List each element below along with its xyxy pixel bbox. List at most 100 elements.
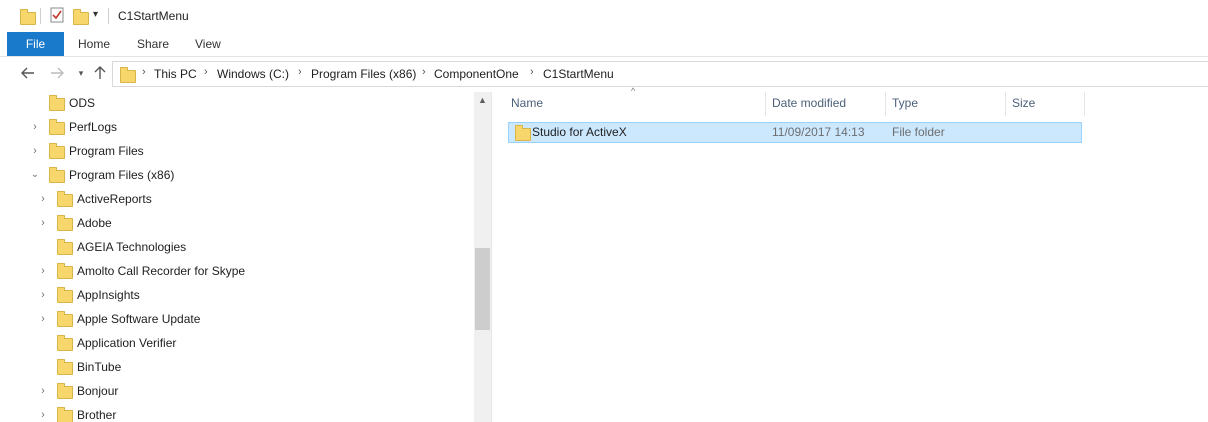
tree-item-label: Application Verifier [77, 336, 177, 350]
tree-item-label: Amolto Call Recorder for Skype [77, 264, 246, 278]
tree-item-appinsights[interactable]: › AppInsights [0, 284, 470, 308]
chevron-right-icon[interactable]: › [142, 66, 146, 78]
file-list: ^ Name Date modified Type Size Studio fo… [492, 86, 1208, 422]
tree-item-perflogs[interactable]: › PerfLogs [0, 116, 470, 140]
breadcrumb-program-files-x86[interactable]: Program Files (x86) [311, 67, 416, 81]
tree-item-label: AGEIA Technologies [77, 240, 187, 254]
folder-icon [57, 191, 73, 207]
arrow-right-icon [51, 67, 64, 79]
tree-item-bonjour[interactable]: › Bonjour [0, 380, 470, 404]
tree-item-label: Program Files (x86) [69, 168, 175, 182]
tree-item-label: Program Files [69, 144, 144, 158]
chevron-right-icon[interactable]: › [29, 116, 41, 138]
ribbon-tabs: File Home Share View [0, 32, 1208, 57]
tree-item-label: AppInsights [77, 288, 140, 302]
toolbar-divider [108, 8, 109, 24]
tree-item-bintube[interactable]: BinTube [0, 356, 470, 380]
column-header-size[interactable]: Size [1006, 88, 1084, 118]
tree-item-label: ActiveReports [77, 192, 152, 206]
scroll-up-button[interactable]: ▲ [474, 92, 491, 109]
chevron-right-icon[interactable]: › [37, 404, 49, 422]
toolbar-divider [40, 8, 41, 24]
new-folder-icon[interactable] [73, 9, 89, 25]
chevron-right-icon[interactable]: › [37, 308, 49, 330]
chevron-right-icon[interactable]: › [37, 212, 49, 234]
folder-icon [49, 95, 65, 111]
address-bar[interactable]: › This PC › Windows (C:) › Program Files… [112, 61, 1208, 87]
tree-item-label: PerfLogs [69, 120, 118, 134]
folder-icon [57, 263, 73, 279]
breadcrumb-componentone[interactable]: ComponentOne [434, 67, 519, 81]
tree-item-label: Brother [77, 408, 117, 422]
title-bar: ▾ C1StartMenu [0, 0, 1208, 32]
tree-item-label: BinTube [77, 360, 122, 374]
recent-locations-button[interactable]: ▾ [72, 64, 90, 82]
window-title: C1StartMenu [118, 9, 189, 23]
folder-icon [120, 67, 136, 83]
tree-item-apple-software-update[interactable]: › Apple Software Update [0, 308, 470, 332]
folder-icon [57, 287, 73, 303]
folder-icon [57, 383, 73, 399]
chevron-right-icon[interactable]: › [530, 66, 534, 78]
customize-toolbar-icon[interactable]: ▾ [93, 9, 98, 20]
folder-icon [20, 9, 36, 25]
chevron-right-icon[interactable]: › [422, 66, 426, 78]
chevron-right-icon[interactable]: › [37, 284, 49, 306]
column-divider[interactable] [1084, 92, 1085, 116]
back-button[interactable] [19, 64, 37, 82]
tree-item-label: Apple Software Update [77, 312, 201, 326]
file-date-modified: 11/09/2017 14:13 [772, 125, 865, 139]
tree-item-adobe[interactable]: › Adobe [0, 212, 470, 236]
column-header-date-modified[interactable]: Date modified [766, 88, 885, 118]
navigation-pane-scrollbar[interactable]: ▲ [474, 92, 491, 422]
properties-icon[interactable] [50, 7, 64, 23]
chevron-right-icon[interactable]: › [37, 380, 49, 402]
up-button[interactable] [91, 64, 109, 82]
arrow-left-icon [21, 67, 34, 79]
chevron-down-icon[interactable]: ⌄ [29, 164, 41, 186]
chevron-right-icon[interactable]: › [204, 66, 208, 78]
folder-icon [57, 311, 73, 327]
tab-share[interactable]: Share [137, 32, 169, 56]
file-type: File folder [892, 125, 945, 139]
tree-item-ageia-technologies[interactable]: AGEIA Technologies [0, 236, 470, 260]
breadcrumb-windows-c[interactable]: Windows (C:) [217, 67, 289, 81]
scrollbar-thumb[interactable] [475, 248, 490, 330]
folder-icon [49, 119, 65, 135]
folder-icon [515, 125, 531, 141]
tree-item-activereports[interactable]: › ActiveReports [0, 188, 470, 212]
navigation-bar: ▾ › This PC › Windows (C:) › Program Fil… [0, 58, 1208, 88]
arrow-up-icon [94, 66, 106, 79]
chevron-right-icon[interactable]: › [37, 260, 49, 282]
folder-icon [49, 143, 65, 159]
chevron-right-icon[interactable]: › [37, 188, 49, 210]
tab-view[interactable]: View [195, 32, 221, 56]
tree-item-program-files[interactable]: › Program Files [0, 140, 470, 164]
tree-item-ods[interactable]: ODS [0, 92, 470, 116]
folder-icon [57, 335, 73, 351]
tab-home[interactable]: Home [78, 32, 110, 56]
folder-icon [49, 167, 65, 183]
file-name[interactable]: Studio for ActiveX [532, 125, 627, 139]
folder-icon [57, 407, 73, 422]
tree-item-program-files-x86[interactable]: ⌄ Program Files (x86) [0, 164, 470, 188]
chevron-right-icon[interactable]: › [298, 66, 302, 78]
breadcrumb-c1startmenu[interactable]: C1StartMenu [543, 67, 614, 81]
folder-icon [57, 239, 73, 255]
folder-icon [57, 215, 73, 231]
breadcrumb-this-pc[interactable]: This PC [154, 67, 197, 81]
folder-icon [57, 359, 73, 375]
tree-item-label: Adobe [77, 216, 112, 230]
chevron-up-icon: ▲ [478, 95, 487, 105]
navigation-pane: ODS › PerfLogs › Program Files ⌄ Program… [0, 92, 490, 422]
tree-item-amolto-call-recorder[interactable]: › Amolto Call Recorder for Skype [0, 260, 470, 284]
column-header-type[interactable]: Type [886, 88, 1005, 118]
tab-file[interactable]: File [7, 32, 64, 56]
tree-item-brother[interactable]: › Brother [0, 404, 470, 422]
column-header-name[interactable]: Name [505, 88, 765, 118]
chevron-right-icon[interactable]: › [29, 140, 41, 162]
tree-item-application-verifier[interactable]: Application Verifier [0, 332, 470, 356]
forward-button[interactable] [48, 64, 66, 82]
chevron-down-icon: ▾ [78, 68, 84, 78]
tree-item-label: Bonjour [77, 384, 119, 398]
